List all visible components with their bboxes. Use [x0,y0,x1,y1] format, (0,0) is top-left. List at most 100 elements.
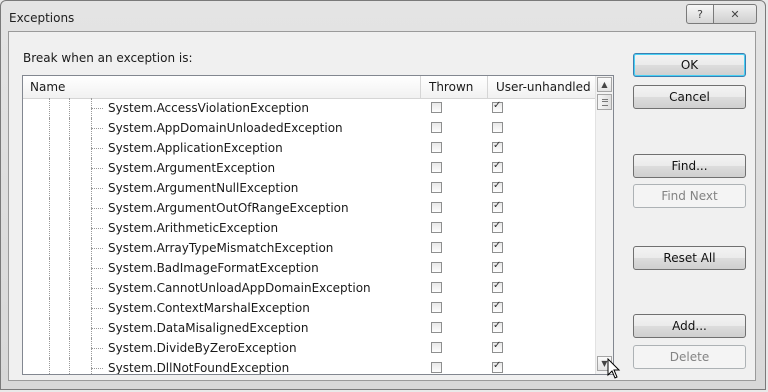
list-item[interactable]: System.DataMisalignedException [23,318,595,338]
title-bar: Exceptions ? ✕ [1,1,765,33]
user-unhandled-checkbox[interactable] [492,100,503,113]
list-item[interactable]: System.ApplicationException [23,138,595,158]
exception-name: System.ContextMarshalException [108,301,310,315]
cancel-button[interactable]: Cancel [633,85,746,109]
tree-connector [91,268,103,269]
thrown-checkbox[interactable] [431,322,442,333]
list-item[interactable]: System.ArithmeticException [23,218,595,238]
user-unhandled-checkbox[interactable] [492,340,503,353]
tree-line [69,138,70,158]
thrown-checkbox[interactable] [431,222,442,233]
tree-line [69,118,70,138]
column-separator[interactable] [487,76,488,98]
column-header-name[interactable]: Name [30,80,65,94]
close-button[interactable]: ✕ [713,4,757,24]
exception-name: System.DataMisalignedException [108,321,309,335]
tree-line [69,238,70,258]
user-unhandled-checkbox[interactable] [492,220,503,233]
tree-line [69,358,70,374]
thrown-checkbox[interactable] [431,362,442,373]
tree-line [49,358,50,374]
reset-all-button[interactable]: Reset All [633,246,746,270]
help-button[interactable]: ? [686,4,714,24]
thrown-checkbox[interactable] [431,302,442,313]
find-next-button[interactable]: Find Next [633,184,746,208]
window-title: Exceptions [9,11,75,25]
delete-button[interactable]: Delete [633,345,746,369]
tree-line [69,258,70,278]
list-item[interactable]: System.DivideByZeroException [23,338,595,358]
list-item[interactable]: System.BadImageFormatException [23,258,595,278]
column-header-user-unhandled[interactable]: User-unhandled [496,80,591,94]
tree-line [69,318,70,338]
thrown-checkbox[interactable] [431,242,442,253]
exception-name: System.ArgumentException [108,161,276,175]
list-item[interactable]: System.AppDomainUnloadedException [23,118,595,138]
user-unhandled-checkbox[interactable] [492,320,503,333]
tree-connector [91,248,103,249]
tree-connector [91,108,103,109]
exception-name: System.ApplicationException [108,141,283,155]
break-prompt-label: Break when an exception is: [23,51,193,65]
column-separator[interactable] [420,76,421,98]
scroll-up-button[interactable]: ▲ [597,77,612,92]
list-item[interactable]: System.CannotUnloadAppDomainException [23,278,595,298]
column-header-thrown[interactable]: Thrown [429,80,473,94]
tree-line [49,338,50,358]
vertical-scrollbar[interactable]: ▲ ▼ [595,76,613,374]
add-button[interactable]: Add... [633,314,746,338]
list-item[interactable]: System.DllNotFoundException [23,358,595,374]
thrown-checkbox[interactable] [431,262,442,273]
list-item[interactable]: System.ContextMarshalException [23,298,595,318]
user-unhandled-checkbox[interactable] [492,160,503,173]
tree-line [49,238,50,258]
user-unhandled-checkbox[interactable] [492,122,503,133]
tree-line [49,198,50,218]
user-unhandled-checkbox[interactable] [492,200,503,213]
user-unhandled-checkbox[interactable] [492,360,503,373]
scroll-up-icon: ▲ [601,80,608,89]
list-item[interactable]: System.ArgumentOutOfRangeException [23,198,595,218]
tree-connector [91,348,103,349]
list-header: Name Thrown User-unhandled [23,76,595,99]
tree-line [49,218,50,238]
tree-line [49,278,50,298]
tree-line [69,298,70,318]
exception-name: System.ArithmeticException [108,221,279,235]
user-unhandled-checkbox[interactable] [492,240,503,253]
ok-button[interactable]: OK [633,53,746,77]
tree-line [49,178,50,198]
thrown-checkbox[interactable] [431,182,442,193]
tree-line [69,178,70,198]
list-item[interactable]: System.ArgumentException [23,158,595,178]
user-unhandled-checkbox[interactable] [492,180,503,193]
tree-connector [91,168,103,169]
thrown-checkbox[interactable] [431,122,442,133]
user-unhandled-checkbox[interactable] [492,260,503,273]
exceptions-list: Name Thrown User-unhandled System.Access… [22,75,614,375]
tree-line [49,298,50,318]
list-item[interactable]: System.ArgumentNullException [23,178,595,198]
scroll-thumb[interactable] [597,94,612,110]
tree-connector [91,288,103,289]
tree-line [49,98,50,118]
find-button[interactable]: Find... [633,154,746,178]
thrown-checkbox[interactable] [431,282,442,293]
thrown-checkbox[interactable] [431,142,442,153]
user-unhandled-checkbox[interactable] [492,280,503,293]
tree-line [69,198,70,218]
user-unhandled-checkbox[interactable] [492,140,503,153]
thrown-checkbox[interactable] [431,162,442,173]
user-unhandled-checkbox[interactable] [492,300,503,313]
list-item[interactable]: System.ArrayTypeMismatchException [23,238,595,258]
thrown-checkbox[interactable] [431,202,442,213]
tree-line [69,218,70,238]
tree-line [49,138,50,158]
exception-name: System.ArrayTypeMismatchException [108,241,334,255]
list-item[interactable]: System.AccessViolationException [23,98,595,118]
tree-connector [91,188,103,189]
thrown-checkbox[interactable] [431,102,442,113]
tree-connector [91,228,103,229]
tree-line [91,358,92,374]
thrown-checkbox[interactable] [431,342,442,353]
